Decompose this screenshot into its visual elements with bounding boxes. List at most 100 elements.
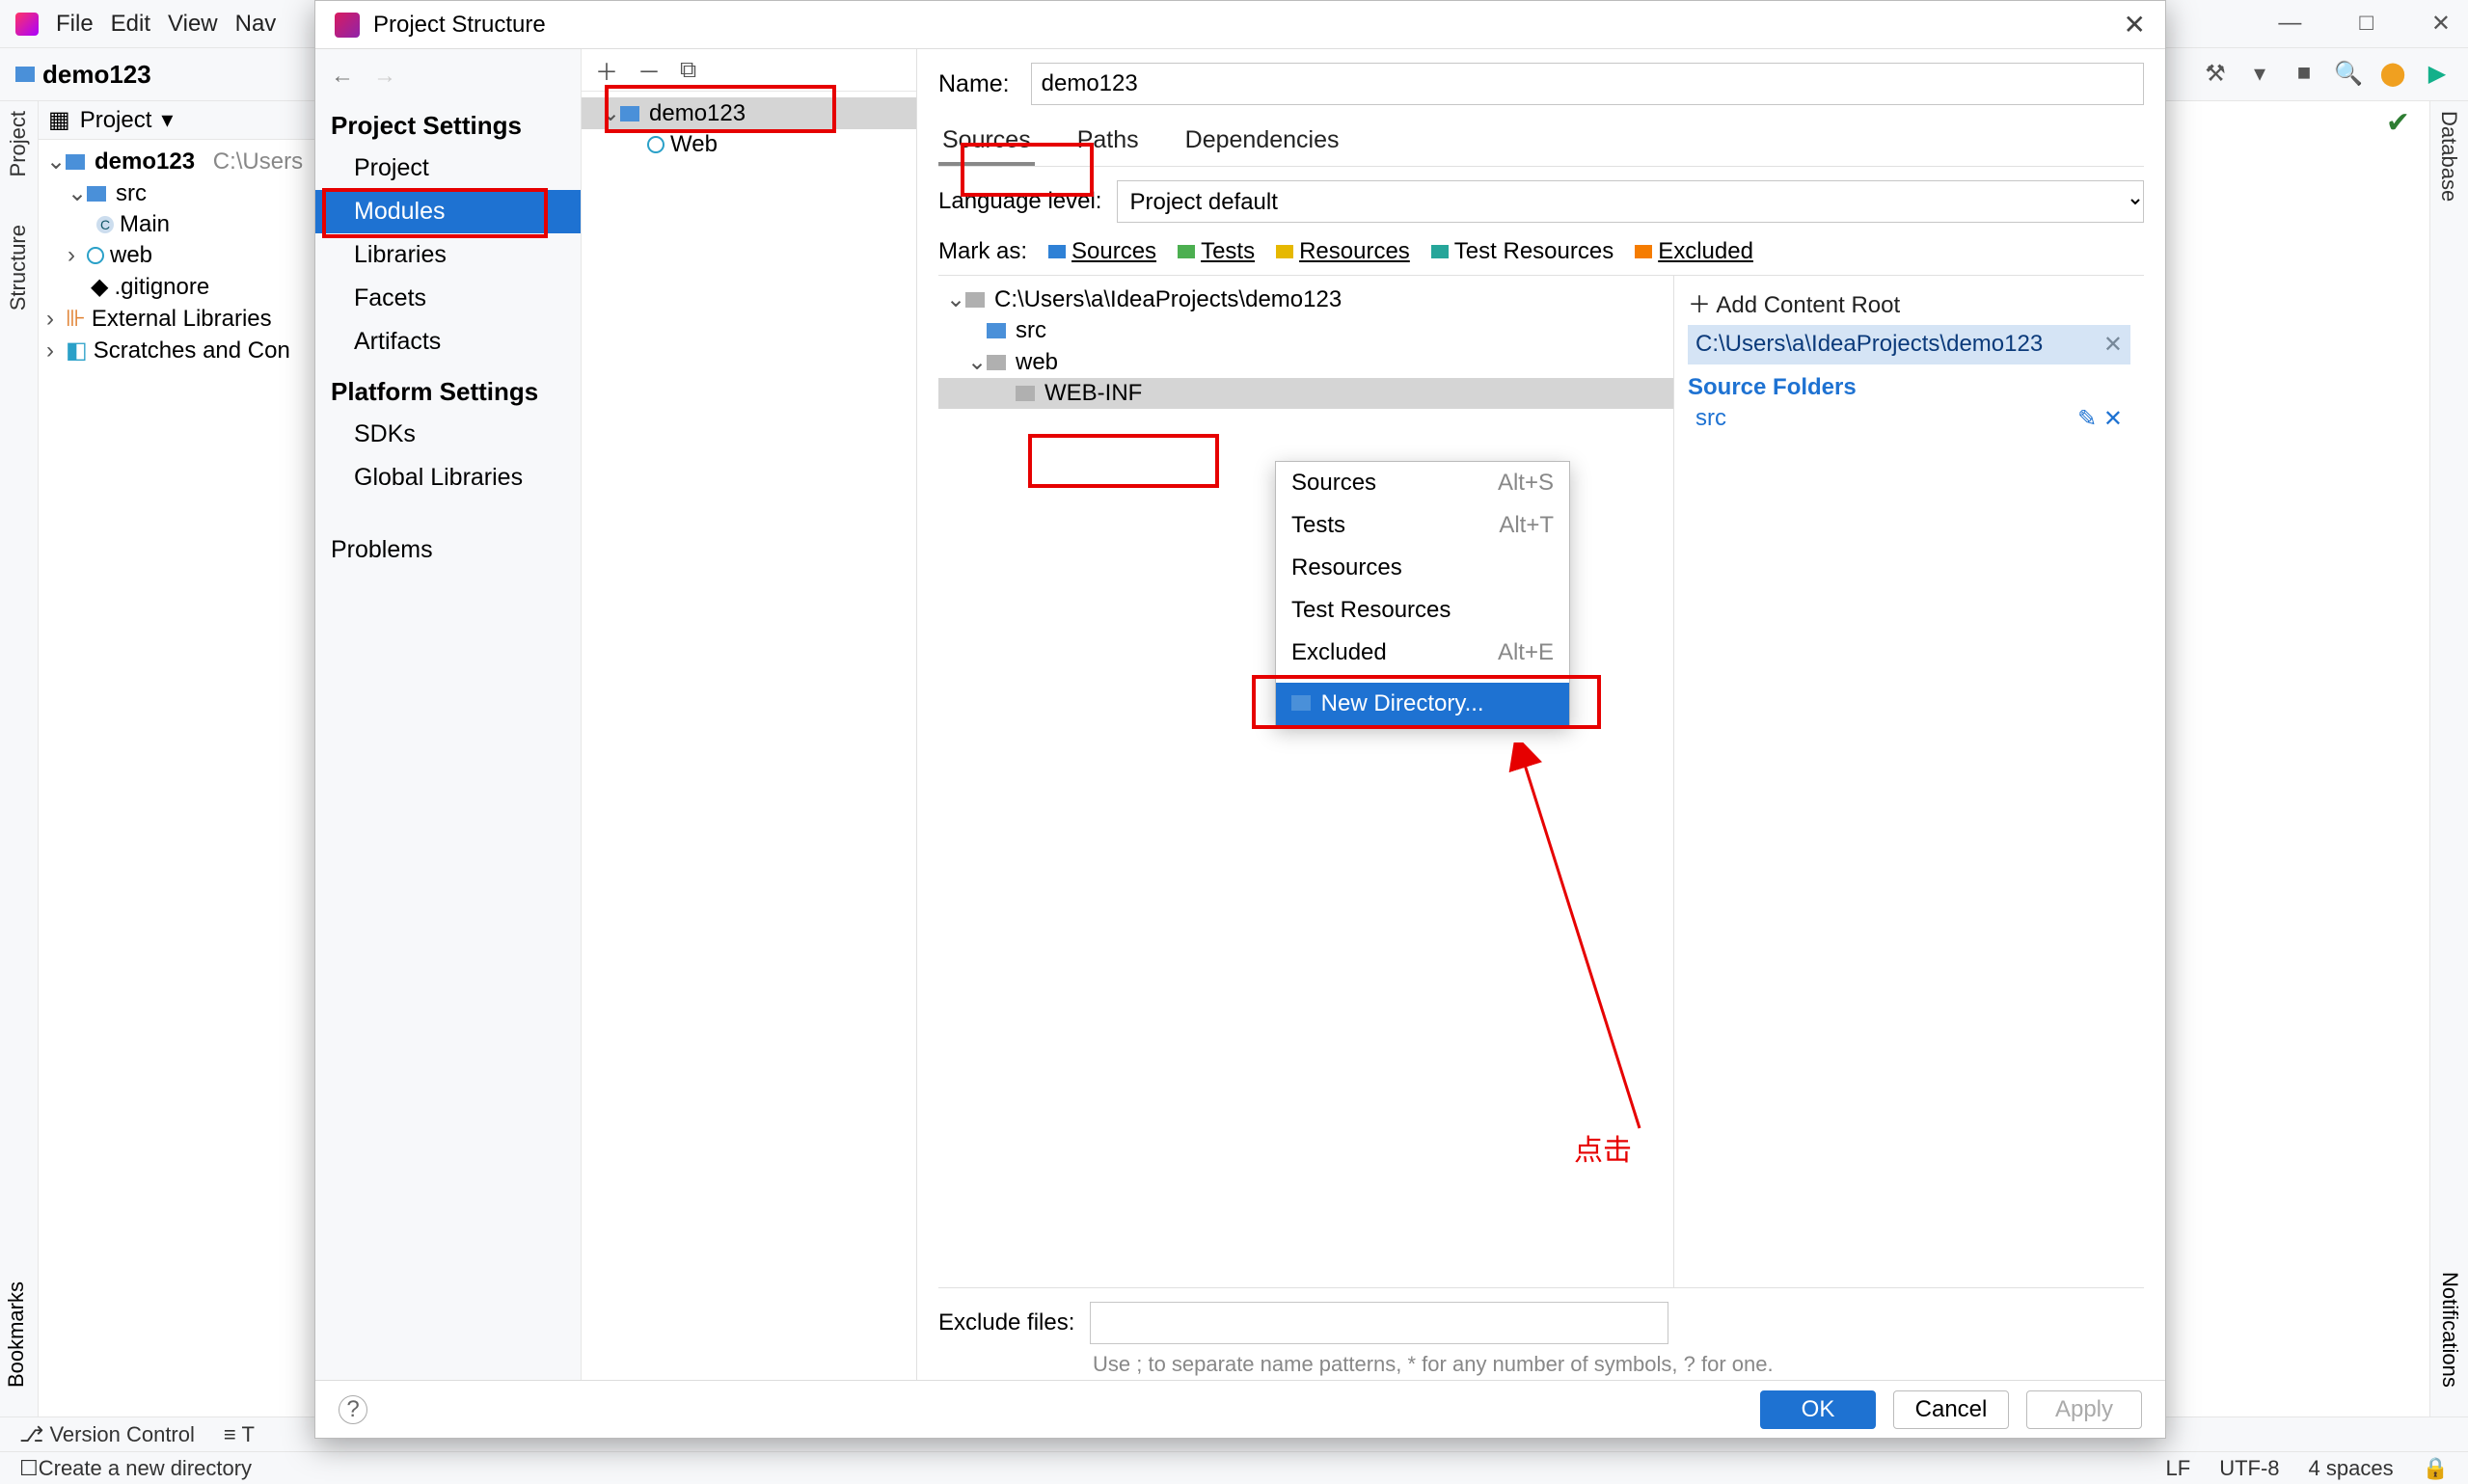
apply-button[interactable]: Apply [2026,1390,2142,1429]
close-icon[interactable]: ✕ [2431,10,2451,38]
minimize-icon[interactable]: — [2278,10,2301,38]
chevron-down-icon[interactable]: ⌄ [68,179,81,207]
remove-icon[interactable]: － [637,53,661,87]
database-tool-tab[interactable]: Database [2430,101,2467,211]
inspections-ok-icon[interactable]: ✔ [2386,106,2410,140]
language-level-select[interactable]: Project default [1117,180,2144,223]
nav-item-libraries[interactable]: Libraries [315,233,581,277]
nav-item-sdks[interactable]: SDKs [315,413,581,456]
nav-item-modules[interactable]: Modules [315,190,581,233]
help-icon[interactable]: ? [339,1395,367,1424]
project-tool-tab[interactable]: Project [0,101,37,186]
close-icon[interactable]: ✕ [2124,9,2146,40]
breadcrumb-project[interactable]: demo123 [42,60,151,90]
copy-icon[interactable]: ⧉ [680,57,696,84]
exclude-files-input[interactable] [1090,1302,1668,1344]
chevron-down-icon[interactable]: ⌄ [601,99,614,127]
bookmarks-tool-tab[interactable]: Bookmarks [4,1282,29,1388]
chevron-down-icon[interactable]: ⌄ [967,348,981,376]
status-encoding[interactable]: UTF-8 [2219,1456,2279,1481]
menu-navigate[interactable]: Nav [235,11,277,38]
updates-icon[interactable]: ⬤ [2379,60,2406,87]
structure-tool-tab[interactable]: Structure [0,215,37,320]
close-icon[interactable]: ✕ [2103,406,2123,432]
tree-row-web[interactable]: › web [39,240,317,271]
cm-sources[interactable]: SourcesAlt+S [1276,462,1569,504]
tree-row-ext-libs[interactable]: › ⊪ External Libraries [39,303,317,335]
add-icon[interactable]: ＋ [595,53,618,87]
mark-as-resources[interactable]: Resources [1276,238,1410,265]
chevron-right-icon[interactable]: › [68,242,81,269]
status-line-ending[interactable]: LF [2166,1456,2191,1481]
ok-button[interactable]: OK [1760,1390,1876,1429]
add-content-root-button[interactable]: ＋ Add Content Root [1688,285,2130,319]
content-root-row[interactable]: C:\Users\a\IdeaProjects\demo123 ✕ [1688,325,2130,364]
module-tree[interactable]: ⌄ demo123 Web [582,92,916,166]
nav-item-artifacts[interactable]: Artifacts [315,320,581,364]
mark-as-excluded[interactable]: Excluded [1635,238,1753,265]
web-icon [647,136,664,153]
cm-tests[interactable]: TestsAlt+T [1276,504,1569,547]
exclude-files-hint: Use ; to separate name patterns, * for a… [938,1350,2144,1380]
todo-tab[interactable]: ≡ T [224,1422,255,1447]
menu-view[interactable]: View [168,11,218,38]
cm-test-resources[interactable]: Test Resources [1276,589,1569,632]
module-row-root[interactable]: ⌄ demo123 [582,97,916,129]
status-indent[interactable]: 4 spaces [2309,1456,2394,1481]
tree-row-root[interactable]: ⌄ demo123 C:\Users [39,146,317,177]
edit-icon[interactable]: ✎ [2077,406,2097,432]
run-icon[interactable]: ▶ [2424,60,2451,87]
chevron-right-icon[interactable]: › [46,337,60,364]
content-row-src[interactable]: src [938,315,1673,346]
menu-file[interactable]: File [56,11,94,38]
web-icon [87,247,104,264]
chevron-down-icon[interactable]: ▾ [161,106,173,134]
nav-item-global-libraries[interactable]: Global Libraries [315,456,581,499]
cancel-button[interactable]: Cancel [1893,1390,2009,1429]
language-level-label: Language level: [938,188,1101,215]
menu-edit[interactable]: Edit [111,11,150,38]
tests-icon [1178,245,1195,258]
mark-as-sources[interactable]: Sources [1048,238,1156,265]
module-row-web[interactable]: Web [582,129,916,160]
notifications-tool-tab[interactable]: Notifications [2437,1272,2462,1388]
chevron-right-icon[interactable]: › [46,306,60,333]
chevron-down-icon[interactable]: ⌄ [46,148,60,175]
content-row-root[interactable]: ⌄ C:\Users\a\IdeaProjects\demo123 [938,283,1673,315]
mark-as-tests[interactable]: Tests [1178,238,1255,265]
back-icon[interactable]: ← [331,63,354,90]
tab-paths[interactable]: Paths [1073,119,1143,166]
content-row-webinf[interactable]: WEB-INF [938,378,1673,409]
content-root-tree[interactable]: ⌄ C:\Users\a\IdeaProjects\demo123 src ⌄ … [938,276,1673,1287]
sources-icon [1048,245,1066,258]
nav-heading-project-settings: Project Settings [315,97,581,147]
tree-row-gitignore[interactable]: ◆ .gitignore [39,271,317,303]
project-tool-title[interactable]: Project [80,107,152,134]
tree-row-main[interactable]: C Main [39,209,317,240]
stop-icon[interactable]: ■ [2291,60,2318,87]
cm-resources[interactable]: Resources [1276,547,1569,589]
cm-excluded[interactable]: ExcludedAlt+E [1276,632,1569,674]
status-lock-icon[interactable]: 🔒 [2423,1456,2449,1481]
tab-dependencies[interactable]: Dependencies [1181,119,1343,166]
tab-sources[interactable]: Sources [938,119,1035,166]
content-row-web[interactable]: ⌄ web [938,346,1673,378]
tree-row-scratches[interactable]: › ◧ Scratches and Con [39,335,317,366]
cm-new-directory[interactable]: New Directory... [1276,683,1569,725]
maximize-icon[interactable]: □ [2359,10,2373,38]
project-tree[interactable]: ⌄ demo123 C:\Users ⌄ src C Main › web ◆ … [39,140,317,372]
chevron-down-icon[interactable]: ▾ [2246,60,2273,87]
forward-icon[interactable]: → [373,63,396,90]
nav-item-project[interactable]: Project [315,147,581,190]
chevron-down-icon[interactable]: ⌄ [946,285,960,313]
version-control-tab[interactable]: ⎇ Version Control [19,1422,195,1447]
close-icon[interactable]: ✕ [2103,331,2123,359]
nav-item-facets[interactable]: Facets [315,277,581,320]
mark-as-test-resources[interactable]: Test Resources [1431,238,1614,265]
build-icon[interactable]: ⚒ [2202,60,2229,87]
search-icon[interactable]: 🔍 [2335,60,2362,87]
source-folder-row[interactable]: src ✎ ✕ [1688,401,2130,437]
tree-row-src[interactable]: ⌄ src [39,177,317,209]
module-name-input[interactable] [1031,63,2144,105]
nav-item-problems[interactable]: Problems [315,528,581,572]
